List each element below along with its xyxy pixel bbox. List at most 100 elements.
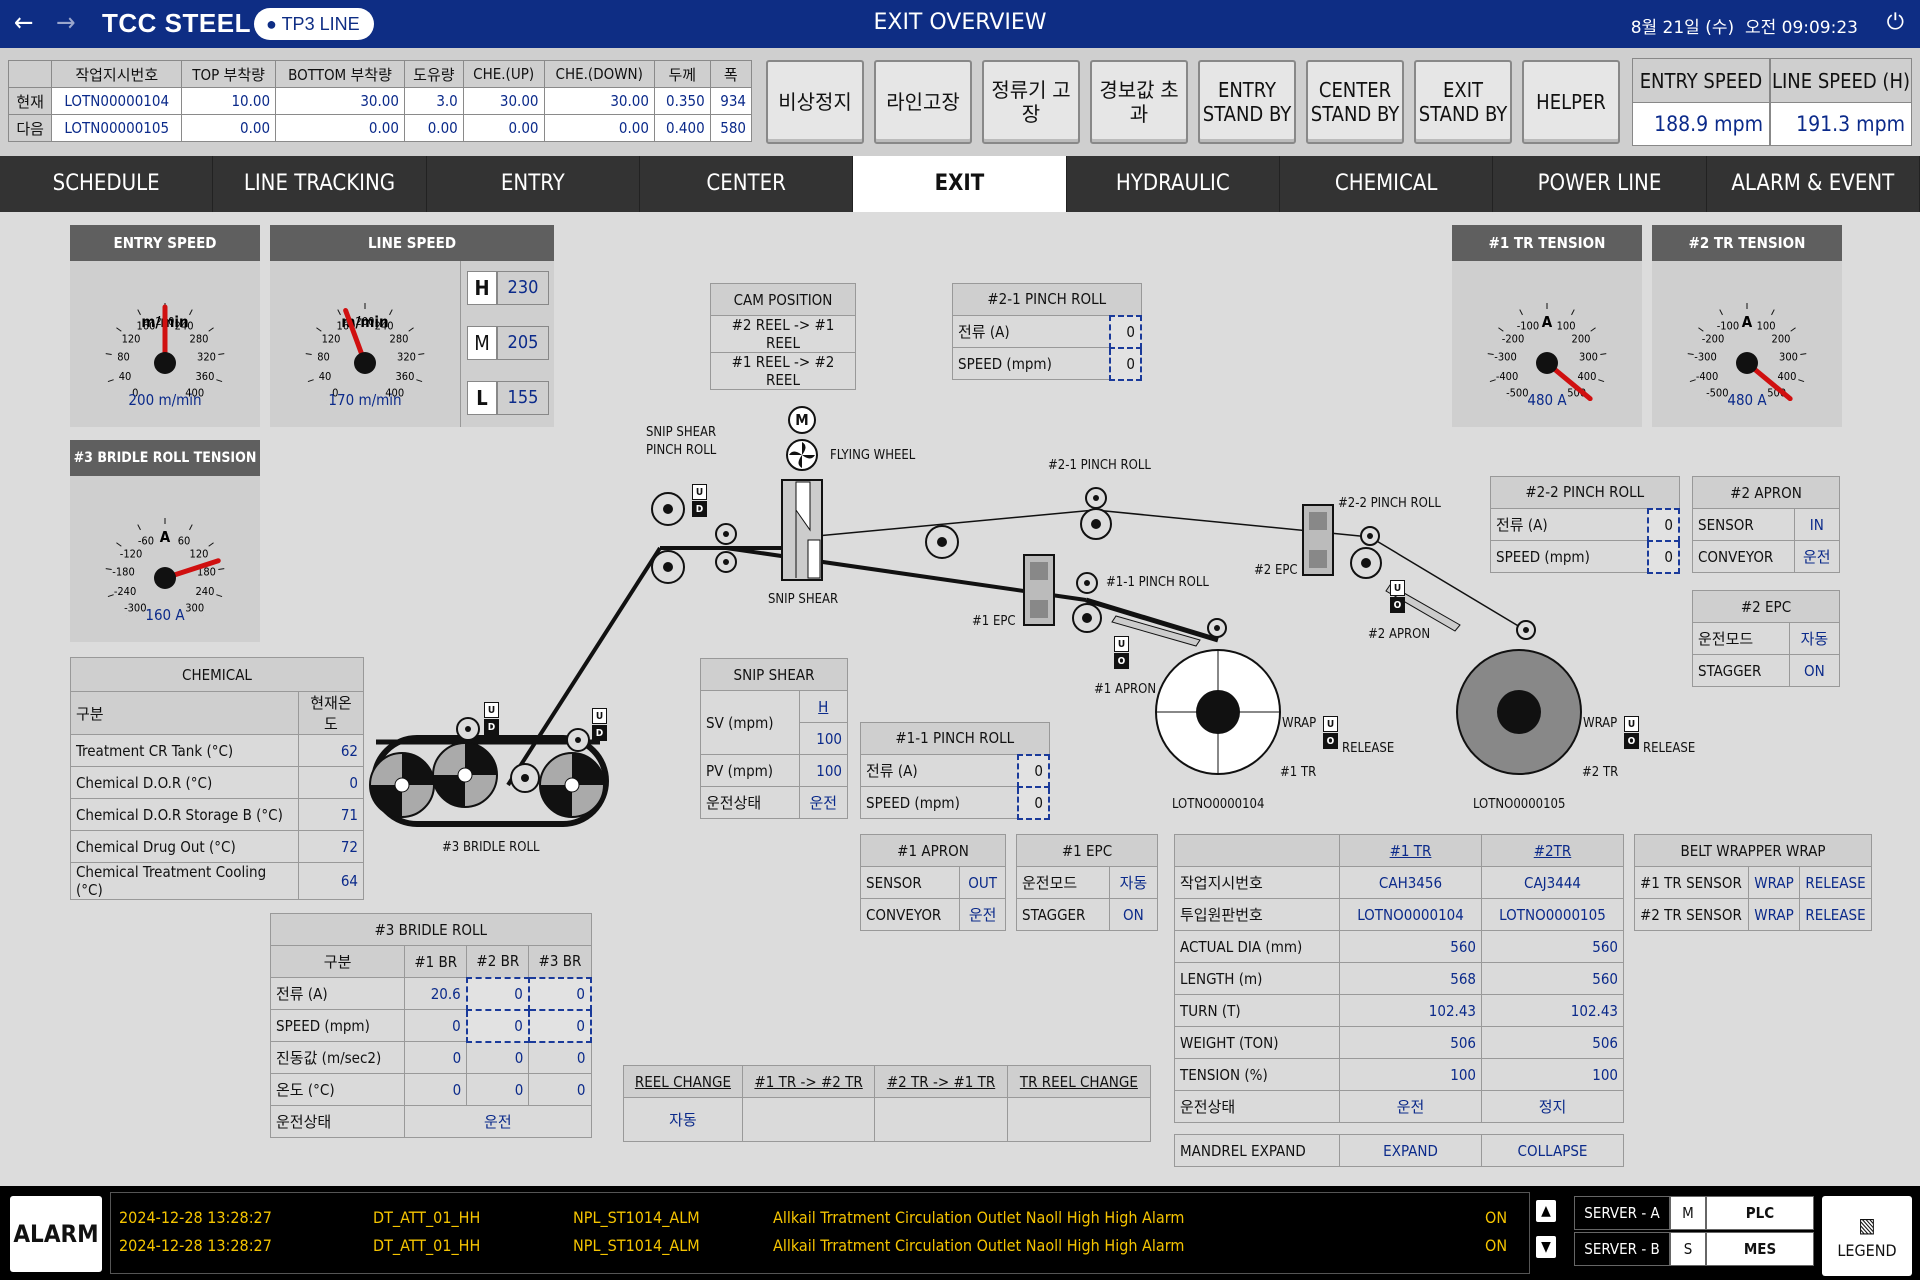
tr-row: 운전상태 운전 정지 xyxy=(1173,1090,1624,1123)
tab-exit[interactable]: EXIT xyxy=(853,156,1067,212)
bridle-row-label: 진동값 (m/sec2) xyxy=(269,1041,406,1074)
bridle-cell: 0 xyxy=(527,1008,593,1043)
tension-reel-2 xyxy=(1456,649,1582,775)
scroll-down-icon[interactable]: ▼ xyxy=(1536,1236,1556,1258)
tab-chemical[interactable]: CHEMICAL xyxy=(1280,156,1494,212)
bridle-cell: 0 xyxy=(528,1073,592,1106)
tr-cell: 506 xyxy=(1339,1026,1482,1059)
legend-button[interactable]: ▧ LEGEND xyxy=(1822,1196,1912,1276)
reel-change-header: #1 TR -> #2 TR xyxy=(741,1065,876,1098)
bridle-cell: 0 xyxy=(528,1041,592,1074)
work-order-header: 폭 xyxy=(709,60,753,88)
bridle-row: SPEED (mpm) 0 0 0 xyxy=(269,1008,593,1043)
power-icon[interactable]: ⏻ xyxy=(1887,10,1904,35)
reel-change-header-row: REEL CHANGE #1 TR -> #2 TR #2 TR -> #1 TR T… xyxy=(623,1065,1152,1098)
tr-row: TURN (T) 102.43 102.43 xyxy=(1173,994,1624,1027)
reel-change-header: #2 TR -> #1 TR xyxy=(874,1065,1008,1098)
legend-icon: ▧ xyxy=(1858,1212,1876,1237)
bridle-row-label: SPEED (mpm) xyxy=(269,1009,406,1042)
bridle-row: 전류 (A) 20.6 0 0 xyxy=(269,976,593,1011)
date: 8월 21일 (수) xyxy=(1630,18,1735,38)
scroll-up-icon[interactable]: ▲ xyxy=(1536,1200,1556,1222)
command-button-4[interactable]: ENTRY STAND BY xyxy=(1198,60,1296,144)
reel-change-value[interactable] xyxy=(874,1097,1008,1142)
state-marker: D xyxy=(484,719,499,735)
reel-change-value[interactable]: 자동 xyxy=(623,1097,743,1142)
alarm-code: NPL_ST1014_ALM xyxy=(573,1208,700,1227)
command-button-3[interactable]: 경보값 초과 xyxy=(1090,60,1188,144)
tab-power-line[interactable]: POWER LINE xyxy=(1493,156,1707,212)
bridle-status-label: 운전상태 xyxy=(269,1105,406,1138)
command-button-5[interactable]: CENTER STAND BY xyxy=(1306,60,1404,144)
alarm-tag: DT_ATT_01_HH xyxy=(373,1208,481,1227)
bridle-cell: 0 xyxy=(527,976,593,1011)
command-button-0[interactable]: 비상정지 xyxy=(766,60,864,144)
label-bridle-roll: #3 BRIDLE ROLL xyxy=(442,840,540,855)
mandrel-row: MANDREL EXPAND EXPAND COLLAPSE xyxy=(1173,1134,1624,1167)
tab-schedule[interactable]: SCHEDULE xyxy=(0,156,214,212)
arrow-left-icon[interactable]: ← xyxy=(14,10,34,36)
line-selector[interactable]: ● TP3 LINE xyxy=(254,8,374,40)
mandrel-value-0[interactable]: EXPAND xyxy=(1339,1134,1482,1167)
work-order-row-label: 다음 xyxy=(7,114,53,142)
mes-button[interactable]: MES xyxy=(1706,1232,1814,1266)
label-snip-shear-pinch: SNIP SHEAR PINCH ROLL xyxy=(646,425,717,458)
command-button-1[interactable]: 라인고장 xyxy=(874,60,972,144)
bridle-row: 진동값 (m/sec2) 0 0 0 xyxy=(269,1041,592,1074)
reel-change-value-row: 자동 xyxy=(623,1097,1152,1142)
command-button-6[interactable]: EXIT STAND BY xyxy=(1414,60,1512,144)
tr-row: LENGTH (m) 568 560 xyxy=(1173,962,1624,995)
work-order-cell: 0.400 xyxy=(653,114,711,142)
server-b-mode: S xyxy=(1670,1232,1706,1266)
alarm-row[interactable]: 2024-12-28 13:28:27 DT_ATT_01_HH NPL_ST101… xyxy=(111,1205,1529,1231)
mandrel-value-1[interactable]: COLLAPSE xyxy=(1481,1134,1624,1167)
command-button-7[interactable]: HELPER xyxy=(1522,60,1620,144)
tr-row: 투입원판번호 LOTNO0000104 LOTNO0000105 xyxy=(1173,898,1624,931)
tab-center[interactable]: CENTER xyxy=(640,156,854,212)
row-label: STAGGER xyxy=(1016,898,1110,931)
tr-row: WEIGHT (TON) 506 506 xyxy=(1173,1026,1624,1059)
belt-wrapper-wrap: WRAP xyxy=(1748,898,1800,931)
state-marker: O xyxy=(1390,597,1405,613)
process-diagram xyxy=(369,406,1582,827)
brand-logo: TCC STEEL xyxy=(102,8,251,38)
command-button-2[interactable]: 정류기 고장 xyxy=(982,60,1080,144)
line-speed-label: LINE SPEED (H) xyxy=(1771,59,1911,103)
tab-alarm-event[interactable]: ALARM & EVENT xyxy=(1707,156,1920,212)
plc-button[interactable]: PLC xyxy=(1706,1196,1814,1230)
table-title-row: #3 BRIDLE ROLL xyxy=(270,913,592,946)
label-pinch-2-1: #2-1 PINCH ROLL xyxy=(1048,458,1151,473)
tr-cell: 정지 xyxy=(1481,1090,1624,1123)
flying-wheel xyxy=(786,406,818,471)
work-order-table: 작업지시번호 TOP 부착량 BOTTOM 부착량 도유량 CHE.(UP) CHE.(D… xyxy=(7,60,753,142)
arrow-right-icon[interactable]: → xyxy=(56,10,76,36)
work-order-cell: 934 xyxy=(709,87,753,115)
clock: 8월 21일 (수) 오전 09:09:23 xyxy=(1631,13,1858,38)
label-snip-shear: SNIP SHEAR xyxy=(768,592,839,607)
bridle-header-row: 구분 #1 BR #2 BR #3 BR xyxy=(269,945,592,978)
bridle-cell: 0 xyxy=(466,1073,530,1106)
alarm-row[interactable]: 2024-12-28 13:28:27 DT_ATT_01_HH NPL_ST101… xyxy=(111,1233,1529,1259)
state-marker: U xyxy=(1390,580,1405,596)
tr-cell: 100 xyxy=(1481,1058,1624,1091)
state-marker: U xyxy=(484,702,499,718)
bridle-header: 구분 xyxy=(269,945,406,978)
reel-change-value[interactable] xyxy=(1006,1097,1152,1142)
tr-cell: 568 xyxy=(1339,962,1482,995)
table-row: CONVEYOR 운전 xyxy=(859,898,1006,931)
time: 오전 09:09:23 xyxy=(1744,18,1858,38)
reel-change-value[interactable] xyxy=(741,1097,876,1142)
tab-entry[interactable]: ENTRY xyxy=(427,156,640,212)
table-row: STAGGER ON xyxy=(1016,898,1159,931)
label-pinch-1-1: #1-1 PINCH ROLL xyxy=(1106,575,1209,590)
work-order-header: BOTTOM 부착량 xyxy=(275,60,405,88)
entry-speed-label: ENTRY SPEED xyxy=(1633,59,1769,103)
server-a-label: SERVER - A xyxy=(1574,1196,1670,1230)
tab-hydraulic[interactable]: HYDRAULIC xyxy=(1067,156,1280,212)
alarm-message: Allkail Trratment Circulation Outlet Nao… xyxy=(773,1236,1185,1255)
alarm-button[interactable]: ALARM xyxy=(10,1196,102,1272)
work-order-corner xyxy=(7,60,53,88)
work-order-cell: 0.00 xyxy=(181,114,277,142)
server-b-label: SERVER - B xyxy=(1574,1232,1670,1266)
tab-line-tracking[interactable]: LINE TRACKING xyxy=(213,156,427,212)
